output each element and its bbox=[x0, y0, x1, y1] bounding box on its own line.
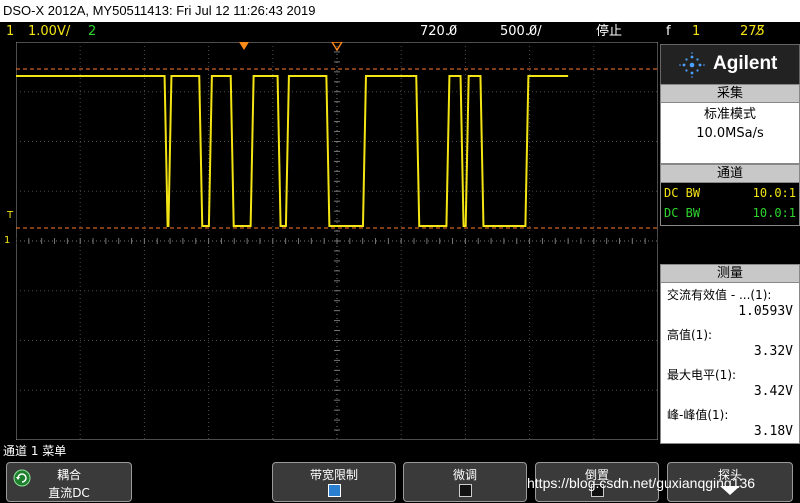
status-row: 1 1.00V/ 2 720.0̸ 500.0̸/ 停止 f 1 275̸ bbox=[0, 22, 800, 42]
ch1-coupling: DC BW bbox=[664, 186, 701, 200]
ch1-ground-marker[interactable]: 1 bbox=[4, 235, 10, 246]
ch1-probe: 10.0:1 bbox=[752, 186, 796, 200]
window-title: DSO-X 2012A, MY50511413: Fri Jul 12 11:2… bbox=[0, 0, 800, 22]
channels-title: 通道 bbox=[661, 165, 799, 183]
measurement-label: 高值(1): bbox=[667, 328, 713, 342]
watermark-url: https://blog.csdn.net/guxianqging136 bbox=[527, 475, 756, 491]
trigger-slope-icon: f bbox=[666, 24, 671, 39]
waveform-display[interactable] bbox=[16, 42, 658, 440]
ch2-coupling: DC BW bbox=[664, 206, 701, 220]
spark-logo-icon bbox=[679, 52, 705, 78]
measurement-item[interactable]: 高值(1): 3.32V bbox=[661, 323, 799, 363]
ch2-probe: 10.0:1 bbox=[752, 206, 796, 220]
acquire-mode: 标准模式 bbox=[703, 107, 756, 122]
channel-1-row[interactable]: DC BW 10.0:1 bbox=[661, 183, 799, 203]
agilent-logo: Agilent bbox=[660, 44, 800, 86]
measurement-item[interactable]: 最大电平(1): 3.42V bbox=[661, 363, 799, 403]
channels-box[interactable]: 通道 DC BW 10.0:1 DC BW 10.0:1 bbox=[660, 164, 800, 226]
measurement-item[interactable]: 交流有效值 - ...(1): 1.0593V bbox=[661, 283, 799, 323]
coupling-value: 直流DC bbox=[48, 486, 90, 500]
timebase-scale[interactable]: 720.0̸ bbox=[420, 22, 457, 42]
trigger-source[interactable]: 1 bbox=[692, 22, 700, 42]
brand-name: Agilent bbox=[713, 53, 778, 74]
measurement-item[interactable]: 峰-峰值(1): 3.18V bbox=[661, 403, 799, 443]
measurement-label: 交流有效值 - ...(1): bbox=[667, 288, 772, 302]
measurement-value: 1.0593V bbox=[738, 304, 793, 319]
measurement-label: 最大电平(1): bbox=[667, 368, 737, 382]
coupling-label: 耦合 bbox=[56, 468, 81, 482]
measurement-value: 3.18V bbox=[753, 424, 793, 439]
trigger-level-marker[interactable]: T bbox=[7, 210, 13, 221]
ch2-number[interactable]: 2 bbox=[88, 22, 96, 42]
measurement-value: 3.32V bbox=[753, 344, 793, 359]
side-panel: Agilent 采集 标准模式 10.0MSa/s 通道 DC BW 10.0:… bbox=[660, 42, 800, 444]
bandwidth-limit-label: 带宽限制 bbox=[309, 468, 358, 482]
fine-adjust-label: 微调 bbox=[452, 468, 477, 482]
measurement-value: 3.42V bbox=[753, 384, 793, 399]
coupling-softkey[interactable]: 耦合 直流DC bbox=[6, 462, 132, 502]
trigger-delay[interactable]: 500.0̸/ bbox=[500, 22, 542, 42]
run-stop-status[interactable]: 停止 bbox=[596, 22, 622, 42]
measurements-box[interactable]: 测量 交流有效值 - ...(1): 1.0593V 高值(1): 3.32V … bbox=[660, 264, 800, 444]
ch1-number[interactable]: 1 bbox=[6, 22, 14, 42]
trigger-level[interactable]: 275̸ bbox=[740, 22, 765, 42]
bandwidth-limit-softkey[interactable]: 带宽限制 bbox=[272, 462, 396, 502]
fine-adjust-checkbox[interactable] bbox=[458, 484, 472, 497]
acquire-box[interactable]: 采集 标准模式 10.0MSa/s bbox=[660, 84, 800, 164]
sample-rate: 10.0MSa/s bbox=[696, 126, 764, 141]
channel-2-row[interactable]: DC BW 10.0:1 bbox=[661, 203, 799, 223]
bandwidth-limit-checkbox[interactable] bbox=[327, 484, 341, 497]
measurement-label: 峰-峰值(1): bbox=[667, 408, 729, 422]
measurements-title: 测量 bbox=[661, 265, 799, 283]
menu-header: 通道 1 菜单 bbox=[3, 444, 67, 458]
acquire-title: 采集 bbox=[661, 85, 799, 103]
fine-adjust-softkey[interactable]: 微调 bbox=[403, 462, 527, 502]
ch1-scale[interactable]: 1.00V/ bbox=[28, 22, 70, 42]
